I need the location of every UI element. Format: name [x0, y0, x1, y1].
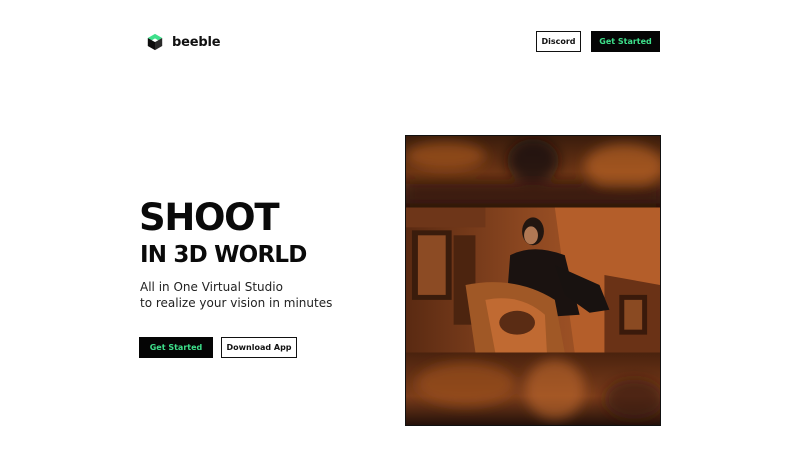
hero-title-line-1: SHOOT [139, 196, 280, 239]
virtual-studio-video-frame [406, 136, 660, 425]
hero-get-started-button[interactable]: Get Started [139, 337, 213, 358]
brand-name: beeble [172, 34, 221, 50]
hero-subtitle: All in One Virtual Studio to realize you… [140, 279, 332, 311]
hero-actions: Get Started Download App [139, 337, 297, 358]
hero-video[interactable] [405, 135, 661, 426]
hero-subtitle-line-1: All in One Virtual Studio [140, 280, 283, 294]
hero-subtitle-line-2: to realize your vision in minutes [140, 296, 333, 310]
brand-logo[interactable]: beeble [146, 33, 221, 51]
cube-logo-icon [147, 33, 163, 51]
download-app-button[interactable]: Download App [221, 337, 297, 358]
hero-title-line-2: IN 3D WORLD [140, 242, 307, 268]
discord-button[interactable]: Discord [536, 31, 581, 52]
header-get-started-button[interactable]: Get Started [591, 31, 660, 52]
header-actions: Discord Get Started [536, 31, 660, 52]
